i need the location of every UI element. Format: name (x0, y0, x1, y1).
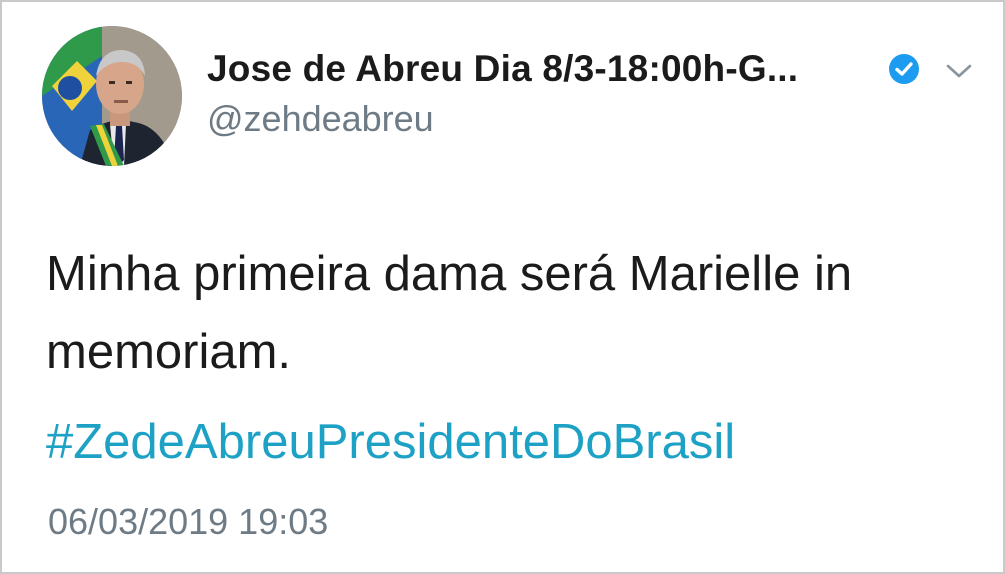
avatar[interactable] (42, 26, 182, 166)
tweet-text-line-1: Minha primeira dama será Marielle in (46, 247, 853, 301)
tweet-text: Minha primeira dama será Marielle in mem… (46, 235, 976, 391)
chevron-down-icon[interactable] (944, 60, 974, 82)
tweet-text-line-2: memoriam. (46, 325, 292, 379)
tweet-card: Jose de Abreu Dia 8/3-18:00h-G... @zehde… (2, 2, 1003, 572)
tweet-header: Jose de Abreu Dia 8/3-18:00h-G... (207, 48, 987, 98)
screenshot-frame: Jose de Abreu Dia 8/3-18:00h-G... @zehde… (0, 0, 1005, 574)
verified-badge-icon (889, 54, 919, 84)
user-handle[interactable]: @zehdeabreu (207, 98, 434, 140)
profile-photo-icon (42, 26, 182, 166)
tweet-timestamp[interactable]: 06/03/2019 19:03 (48, 501, 328, 543)
display-name[interactable]: Jose de Abreu Dia 8/3-18:00h-G... (207, 48, 798, 90)
hashtag-link[interactable]: #ZedeAbreuPresidenteDoBrasil (46, 403, 735, 481)
